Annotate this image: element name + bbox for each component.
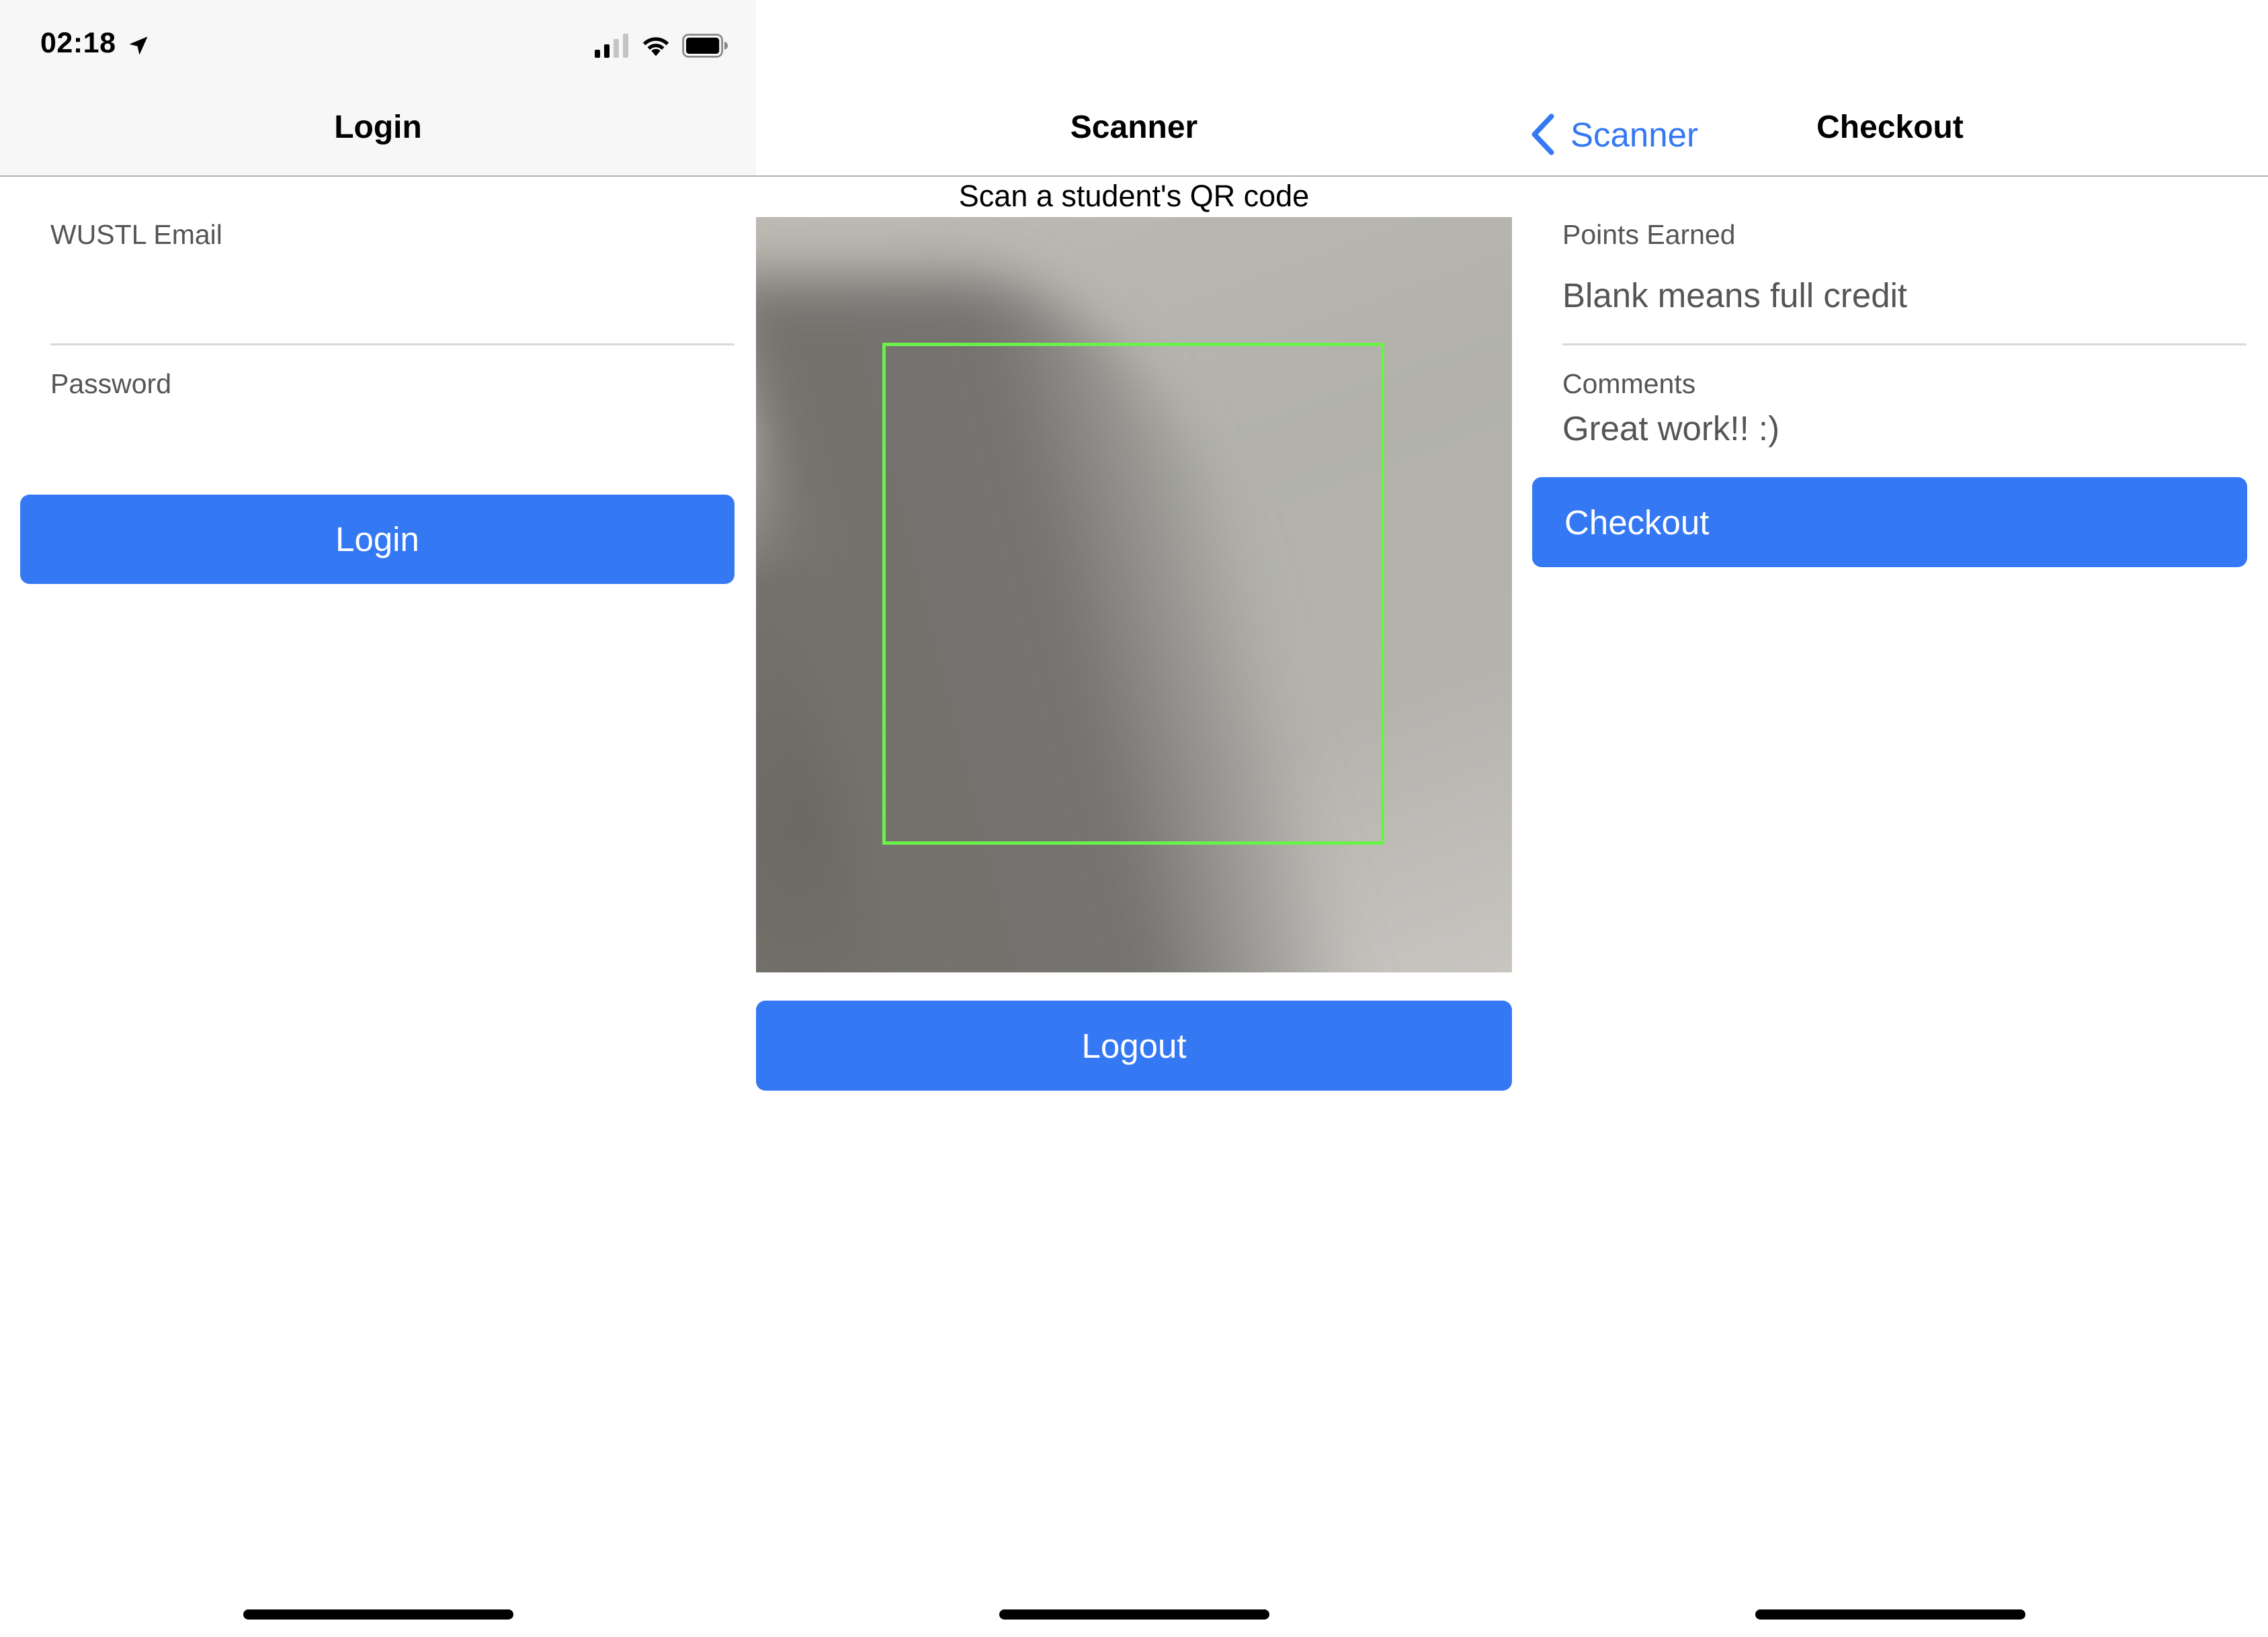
points-earned-field[interactable] — [1562, 271, 2246, 319]
logout-button[interactable]: Logout — [756, 1001, 1512, 1091]
page-title: Login — [334, 110, 422, 145]
camera-preview[interactable] — [756, 217, 1512, 972]
status-time: 02:18 — [40, 27, 116, 59]
wifi-icon — [642, 37, 669, 56]
field-divider — [1562, 343, 2246, 345]
page-title: Scanner — [1070, 110, 1198, 145]
navigation-bar: 02:18 Login — [0, 0, 756, 177]
home-indicator[interactable] — [243, 1609, 513, 1620]
checkout-button[interactable]: Checkout — [1532, 477, 2247, 567]
navigation-bar: Scanner Checkout — [1512, 0, 2268, 177]
password-field[interactable] — [50, 423, 734, 470]
battery-icon — [682, 34, 728, 58]
comments-field[interactable]: Great work!! :) — [1562, 409, 1779, 448]
page-title: Checkout — [1816, 110, 1964, 145]
login-button[interactable]: Login — [20, 495, 734, 584]
comments-label: Comments — [1562, 368, 1696, 399]
points-earned-label: Points Earned — [1562, 219, 1736, 250]
login-screen: 02:18 Login WUSTL Email Password Login — [0, 0, 756, 1637]
location-arrow-icon — [129, 36, 148, 55]
scan-instructions: Scan a student's QR code — [958, 179, 1310, 213]
scan-frame — [882, 343, 1384, 845]
password-label: Password — [50, 368, 172, 399]
scanner-screen: Scanner Scan a student's QR code Logout — [756, 0, 1512, 1637]
checkout-screen: Scanner Checkout Points Earned Comments … — [1512, 0, 2268, 1637]
home-indicator[interactable] — [1755, 1609, 2025, 1620]
navigation-bar: Scanner — [756, 0, 1512, 177]
email-label: WUSTL Email — [50, 219, 222, 250]
status-icons — [595, 32, 729, 59]
cellular-signal-icon — [595, 34, 628, 58]
field-divider — [50, 343, 734, 345]
home-indicator[interactable] — [999, 1609, 1269, 1620]
email-field[interactable] — [50, 276, 734, 323]
